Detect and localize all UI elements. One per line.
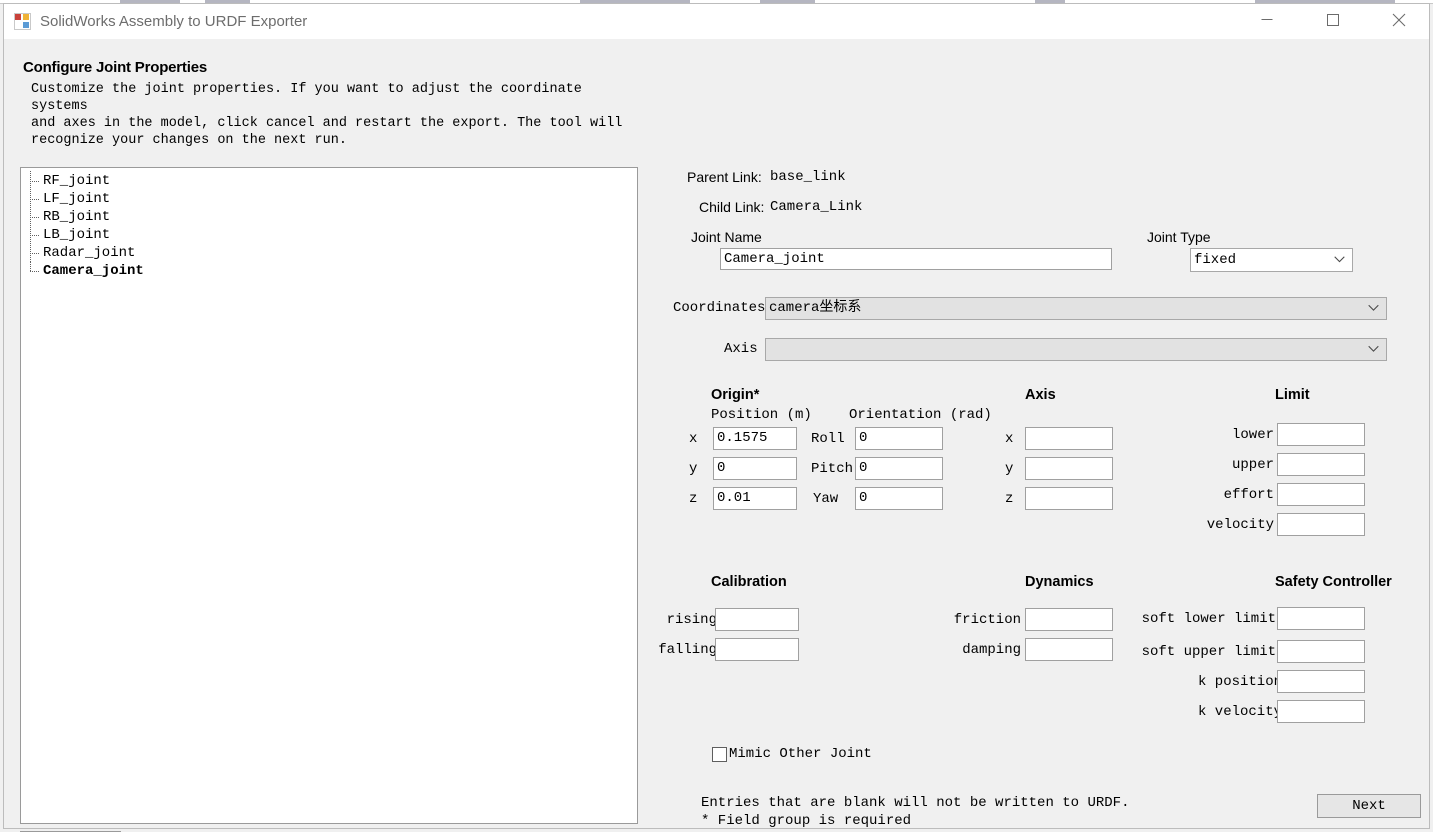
calibration-section-title: Calibration (711, 574, 787, 590)
axis-section-title: Axis (1025, 387, 1056, 403)
maximize-icon (1327, 14, 1339, 26)
coordinates-select[interactable]: camera坐标系 (765, 297, 1387, 320)
close-icon (1393, 13, 1406, 26)
limit-effort-label: effort (1134, 487, 1274, 503)
safety-soft-lower-limit-label: soft lower limit (1114, 611, 1276, 627)
safety-soft-upper-limit-label: soft upper limit (1114, 644, 1276, 660)
calibration-falling-input[interactable] (715, 638, 799, 661)
calibration-rising-label: rising (632, 612, 717, 628)
tree-item-radar-joint[interactable]: Radar_joint (21, 244, 637, 262)
yaw-label: Yaw (813, 491, 838, 507)
footer-note: Entries that are blank will not be writt… (701, 794, 1129, 830)
limit-velocity-label: velocity (1134, 517, 1274, 533)
checkbox-icon[interactable] (712, 747, 727, 762)
orientation-header: Orientation (rad) (849, 407, 992, 423)
limit-upper-input[interactable] (1277, 453, 1365, 476)
safety-k-velocity-input[interactable] (1277, 700, 1365, 723)
tree-item-label: RF_joint (43, 173, 110, 189)
origin-y-label: y (689, 461, 697, 477)
position-header: Position (m) (711, 407, 812, 423)
pitch-label: Pitch (811, 461, 853, 477)
tree-item-label: LF_joint (43, 191, 110, 207)
limit-velocity-input[interactable] (1277, 513, 1365, 536)
coordinates-label: Coordinates (673, 300, 765, 316)
origin-section-title: Origin* (711, 387, 759, 403)
page-body: Configure Joint Properties Customize the… (4, 39, 1429, 828)
roll-label: Roll (811, 431, 845, 447)
safety-k-velocity-label: k velocity (1114, 704, 1282, 720)
child-link-value: Camera_Link (770, 199, 862, 215)
dynamics-friction-input[interactable] (1025, 608, 1113, 631)
joint-type-value: fixed (1194, 252, 1236, 268)
close-button[interactable] (1376, 4, 1422, 35)
calibration-falling-label: falling (632, 642, 717, 658)
axis-z-label: z (1005, 491, 1013, 507)
axis-x-input[interactable] (1025, 427, 1113, 450)
minimize-button[interactable] (1244, 4, 1290, 35)
limit-effort-input[interactable] (1277, 483, 1365, 506)
chevron-down-icon (1368, 339, 1379, 360)
limit-lower-label: lower (1134, 427, 1274, 443)
tree-item-camera-joint[interactable]: Camera_joint (21, 262, 637, 280)
next-button[interactable]: Next (1317, 794, 1421, 818)
dynamics-damping-label: damping (884, 642, 1021, 658)
joint-type-label: Joint Type (1147, 229, 1211, 245)
calibration-rising-input[interactable] (715, 608, 799, 631)
tree-item-rb-joint[interactable]: RB_joint (21, 208, 637, 226)
safety-soft-upper-limit-input[interactable] (1277, 640, 1365, 663)
application-window-root: SolidWorks Assembly to URDF Exporter Con… (0, 0, 1433, 832)
chevron-down-icon (1334, 249, 1345, 271)
parent-link-label: Parent Link: (687, 169, 762, 185)
safety-k-position-label: k position (1114, 674, 1282, 690)
window-title: SolidWorks Assembly to URDF Exporter (40, 4, 307, 39)
origin-y-input[interactable]: 0 (713, 457, 797, 480)
page-description: Customize the joint properties. If you w… (31, 81, 641, 149)
origin-z-input[interactable]: 0.01 (713, 487, 797, 510)
joint-type-select[interactable]: fixed (1190, 248, 1353, 272)
mimic-other-joint-label: Mimic Other Joint (729, 746, 872, 762)
tree-item-label: LB_joint (43, 227, 110, 243)
tree-item-lf-joint[interactable]: LF_joint (21, 190, 637, 208)
safety-section-title: Safety Controller (1275, 574, 1392, 590)
parent-link-value: base_link (770, 169, 846, 185)
minimize-icon (1262, 19, 1273, 21)
title-bar: SolidWorks Assembly to URDF Exporter (4, 4, 1429, 39)
tree-item-rf-joint[interactable]: RF_joint (21, 172, 637, 190)
limit-section-title: Limit (1275, 387, 1310, 403)
pitch-input[interactable]: 0 (855, 457, 943, 480)
origin-x-input[interactable]: 0.1575 (713, 427, 797, 450)
page-title: Configure Joint Properties (23, 59, 207, 76)
dynamics-damping-input[interactable] (1025, 638, 1113, 661)
yaw-input[interactable]: 0 (855, 487, 943, 510)
limit-upper-label: upper (1134, 457, 1274, 473)
joint-name-input[interactable]: Camera_joint (720, 248, 1112, 270)
axis-z-input[interactable] (1025, 487, 1113, 510)
dynamics-friction-label: friction (884, 612, 1021, 628)
safety-k-position-input[interactable] (1277, 670, 1365, 693)
tree-item-label: Radar_joint (43, 245, 135, 261)
origin-x-label: x (689, 431, 697, 447)
roll-input[interactable]: 0 (855, 427, 943, 450)
app-grid-icon (14, 13, 31, 30)
axis-y-input[interactable] (1025, 457, 1113, 480)
child-link-label: Child Link: (699, 199, 764, 215)
joint-tree-panel[interactable]: RF_joint LF_joint RB_joint LB_joint Rada… (20, 167, 638, 824)
maximize-button[interactable] (1310, 4, 1356, 35)
tree-item-label: RB_joint (43, 209, 110, 225)
axis-y-label: y (1005, 461, 1013, 477)
axis-select[interactable] (765, 338, 1387, 361)
safety-soft-lower-limit-input[interactable] (1277, 607, 1365, 630)
tree-item-lb-joint[interactable]: LB_joint (21, 226, 637, 244)
mimic-other-joint-checkbox[interactable]: Mimic Other Joint (712, 746, 872, 762)
dynamics-section-title: Dynamics (1025, 574, 1094, 590)
coordinates-value: camera坐标系 (769, 300, 861, 316)
origin-z-label: z (689, 491, 697, 507)
main-window: SolidWorks Assembly to URDF Exporter Con… (3, 3, 1430, 829)
axis-x-label: x (1005, 431, 1013, 447)
axis-select-label: Axis (724, 341, 758, 357)
joint-name-label: Joint Name (691, 229, 762, 245)
limit-lower-input[interactable] (1277, 423, 1365, 446)
tree-item-label: Camera_joint (43, 263, 144, 279)
chevron-down-icon (1368, 298, 1379, 319)
